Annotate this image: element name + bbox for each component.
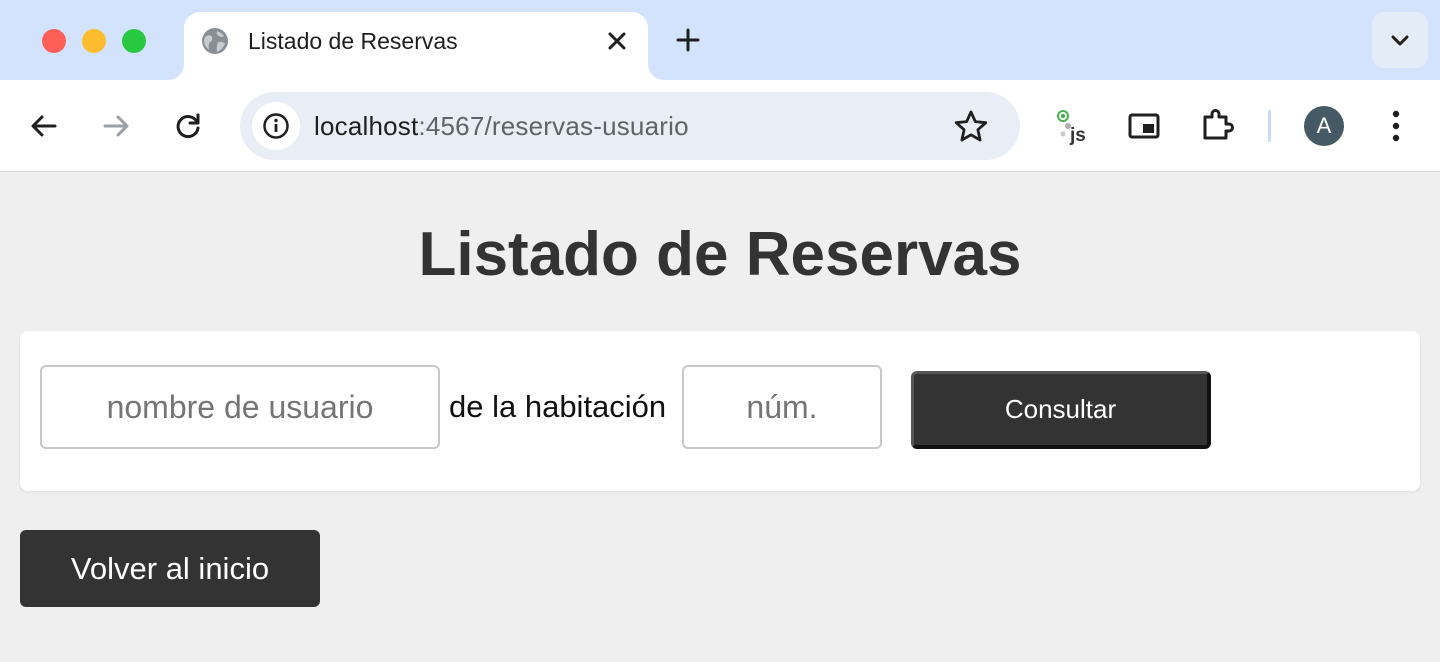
room-label: de la habitación (449, 389, 667, 424)
page-content: Listado de Reservas de la habitación Con… (0, 172, 1440, 662)
reload-icon[interactable] (168, 106, 208, 146)
zoom-window-button[interactable] (122, 29, 146, 53)
tab-strip: Listado de Reservas (0, 0, 1440, 80)
consultar-button[interactable]: Consultar (911, 371, 1211, 449)
kebab-menu-icon[interactable] (1380, 106, 1412, 146)
address-bar[interactable]: localhost:4567/reservas-usuario (240, 92, 1020, 160)
url-text: localhost:4567/reservas-usuario (314, 111, 689, 141)
svg-text:js: js (1069, 125, 1086, 146)
js-extension-icon[interactable]: js (1054, 108, 1092, 146)
plus-icon[interactable] (672, 24, 704, 56)
search-form-card: de la habitación Consultar (20, 331, 1420, 491)
room-number-input[interactable] (682, 365, 882, 449)
forward-arrow-icon[interactable] (96, 106, 136, 146)
close-window-button[interactable] (42, 29, 66, 53)
extensions-puzzle-icon[interactable] (1198, 106, 1236, 144)
toolbar-divider (1268, 110, 1271, 142)
profile-avatar[interactable]: A (1304, 106, 1344, 146)
bookmark-star-icon[interactable] (952, 108, 990, 146)
close-tab-icon[interactable] (602, 26, 632, 56)
picture-in-picture-icon[interactable] (1126, 108, 1162, 144)
tab-title: Listado de Reservas (248, 28, 458, 54)
url-path: :4567/reservas-usuario (418, 111, 689, 141)
browser-tab-active[interactable]: Listado de Reservas (184, 12, 648, 80)
page-title: Listado de Reservas (418, 220, 1022, 289)
chevron-down-icon (1391, 35, 1409, 46)
minimize-window-button[interactable] (82, 29, 106, 53)
globe-icon (200, 26, 230, 56)
url-host: localhost (314, 111, 419, 141)
browser-toolbar: localhost:4567/reservas-usuario js A (0, 80, 1440, 172)
back-arrow-icon[interactable] (24, 106, 64, 146)
site-info-icon[interactable] (252, 102, 300, 150)
browser-window: Listado de Reservas localhost:4567/reser… (0, 0, 1440, 662)
username-input[interactable] (40, 365, 440, 449)
back-to-home-button[interactable]: Volver al inicio (20, 530, 320, 607)
tab-search-button[interactable] (1372, 12, 1428, 68)
